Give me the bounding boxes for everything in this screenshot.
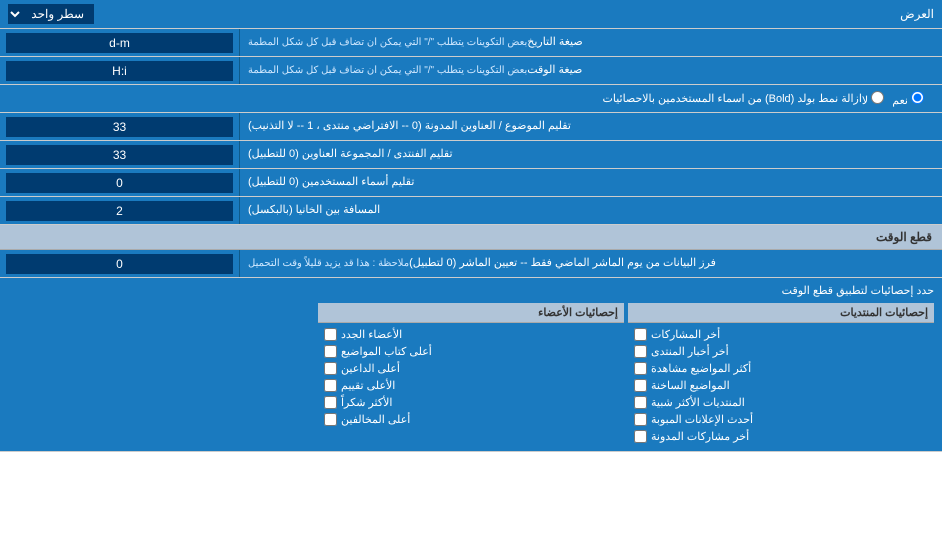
bold-yes-radio[interactable] <box>911 91 924 104</box>
page-title: العرض <box>900 7 934 21</box>
spacing-input-container <box>0 197 240 224</box>
stats-columns: إحصائيات المنتديات أخر المشاركات أخر أخب… <box>8 303 934 445</box>
member-stat-checkbox-3[interactable] <box>324 379 337 392</box>
date-format-input-container <box>0 29 240 56</box>
member-stat-item-4: الأكثر شكراً <box>318 394 624 411</box>
subject-order-input-container <box>0 113 240 140</box>
time-cutoff-label: فرز البيانات من يوم الماشر الماضي فقط --… <box>240 250 942 277</box>
bold-remove-row: نعم لا ازالة نمط بولد (Bold) من اسماء ال… <box>0 85 942 113</box>
member-stat-label-1: أعلى كتاب المواضيع <box>341 345 432 358</box>
right-label-col <box>8 303 314 445</box>
forum-stat-checkbox-6[interactable] <box>634 430 647 443</box>
member-stat-label-4: الأكثر شكراً <box>341 396 392 409</box>
forum-stats-header: إحصائيات المنتديات <box>628 303 934 323</box>
member-stat-item-2: أعلى الداعين <box>318 360 624 377</box>
time-format-label: صيغة الوقت بعض التكوينات يتطلب "/" التي … <box>240 57 942 84</box>
forum-stat-label-2: أكثر المواضيع مشاهدة <box>651 362 751 375</box>
time-cutoff-input-container <box>0 250 240 277</box>
member-stat-checkbox-0[interactable] <box>324 328 337 341</box>
forum-stat-item-0: أخر المشاركات <box>628 326 934 343</box>
user-order-label: تقليم أسماء المستخدمين (0 للتطبيل) <box>240 169 942 196</box>
user-order-input-container <box>0 169 240 196</box>
member-stat-item-3: الأعلى تقييم <box>318 377 624 394</box>
date-format-label: صيغة التاريخ بعض التكوينات يتطلب "/" الت… <box>240 29 942 56</box>
member-stat-label-0: الأعضاء الجدد <box>341 328 402 341</box>
user-order-input[interactable] <box>6 173 233 193</box>
member-stat-label-5: أعلى المخالفين <box>341 413 410 426</box>
forum-stat-item-2: أكثر المواضيع مشاهدة <box>628 360 934 377</box>
member-stat-item-0: الأعضاء الجدد <box>318 326 624 343</box>
subject-order-label: تقليم الموضوع / العناوين المدونة (0 -- ا… <box>240 113 942 140</box>
bold-yes-label: نعم <box>892 91 924 107</box>
forum-stat-item-3: المواضيع الساخنة <box>628 377 934 394</box>
bold-radio-group: نعم لا <box>862 91 924 107</box>
subject-order-input[interactable] <box>6 117 233 137</box>
forum-stat-checkbox-1[interactable] <box>634 345 647 358</box>
forum-order-row: تقليم الفنتدى / المجموعة العناوين (0 للت… <box>0 141 942 169</box>
time-cutoff-input[interactable] <box>6 254 233 274</box>
forum-order-input[interactable] <box>6 145 233 165</box>
forum-stat-item-5: أحدث الإعلانات المبوبة <box>628 411 934 428</box>
member-stat-item-5: أعلى المخالفين <box>318 411 624 428</box>
forum-order-label: تقليم الفنتدى / المجموعة العناوين (0 للت… <box>240 141 942 168</box>
member-stats-col: إحصائيات الأعضاء الأعضاء الجدد أعلى كتاب… <box>318 303 624 445</box>
forum-stat-item-4: المنتديات الأكثر شبية <box>628 394 934 411</box>
forum-stat-label-1: أخر أخبار المنتدى <box>651 345 729 358</box>
forum-stat-checkbox-2[interactable] <box>634 362 647 375</box>
user-order-row: تقليم أسماء المستخدمين (0 للتطبيل) <box>0 169 942 197</box>
member-stat-checkbox-5[interactable] <box>324 413 337 426</box>
forum-stat-label-0: أخر المشاركات <box>651 328 720 341</box>
forum-stat-item-1: أخر أخبار المنتدى <box>628 343 934 360</box>
bold-remove-label: ازالة نمط بولد (Bold) من اسماء المستخدمي… <box>8 92 862 105</box>
spacing-row: المسافة بين الخانيا (بالبكسل) <box>0 197 942 225</box>
checkboxes-section: حدد إحصائيات لتطبيق قطع الوقت إحصائيات ا… <box>0 278 942 452</box>
member-stat-checkbox-4[interactable] <box>324 396 337 409</box>
view-select[interactable]: سطر واحد سطرين ثلاثة أسطر <box>8 4 94 24</box>
spacing-label: المسافة بين الخانيا (بالبكسل) <box>240 197 942 224</box>
subject-order-row: تقليم الموضوع / العناوين المدونة (0 -- ا… <box>0 113 942 141</box>
forum-stat-label-4: المنتديات الأكثر شبية <box>651 396 745 409</box>
member-stat-checkbox-2[interactable] <box>324 362 337 375</box>
time-format-input-container <box>0 57 240 84</box>
member-stats-header: إحصائيات الأعضاء <box>318 303 624 323</box>
forum-stat-checkbox-5[interactable] <box>634 413 647 426</box>
checkbox-header: حدد إحصائيات لتطبيق قطع الوقت <box>8 284 934 297</box>
member-stat-label-2: أعلى الداعين <box>341 362 400 375</box>
top-row: العرض سطر واحد سطرين ثلاثة أسطر <box>0 0 942 29</box>
time-cutoff-row: فرز البيانات من يوم الماشر الماضي فقط --… <box>0 250 942 278</box>
time-cutoff-header: قطع الوقت <box>0 225 942 250</box>
forum-stat-checkbox-0[interactable] <box>634 328 647 341</box>
member-stat-checkbox-1[interactable] <box>324 345 337 358</box>
forum-stat-label-3: المواضيع الساخنة <box>651 379 730 392</box>
forum-stat-checkbox-3[interactable] <box>634 379 647 392</box>
forum-stat-item-6: أخر مشاركات المدونة <box>628 428 934 445</box>
forum-stat-checkbox-4[interactable] <box>634 396 647 409</box>
spacing-input[interactable] <box>6 201 233 221</box>
member-stat-label-3: الأعلى تقييم <box>341 379 395 392</box>
forum-stats-col: إحصائيات المنتديات أخر المشاركات أخر أخب… <box>628 303 934 445</box>
forum-stat-label-6: أخر مشاركات المدونة <box>651 430 749 443</box>
bold-no-radio[interactable] <box>871 91 884 104</box>
date-format-row: صيغة التاريخ بعض التكوينات يتطلب "/" الت… <box>0 29 942 57</box>
date-format-input[interactable] <box>6 33 233 53</box>
time-format-input[interactable] <box>6 61 233 81</box>
member-stat-item-1: أعلى كتاب المواضيع <box>318 343 624 360</box>
forum-stat-label-5: أحدث الإعلانات المبوبة <box>651 413 753 426</box>
bold-no-label: لا <box>862 91 884 107</box>
time-format-row: صيغة الوقت بعض التكوينات يتطلب "/" التي … <box>0 57 942 85</box>
forum-order-input-container <box>0 141 240 168</box>
